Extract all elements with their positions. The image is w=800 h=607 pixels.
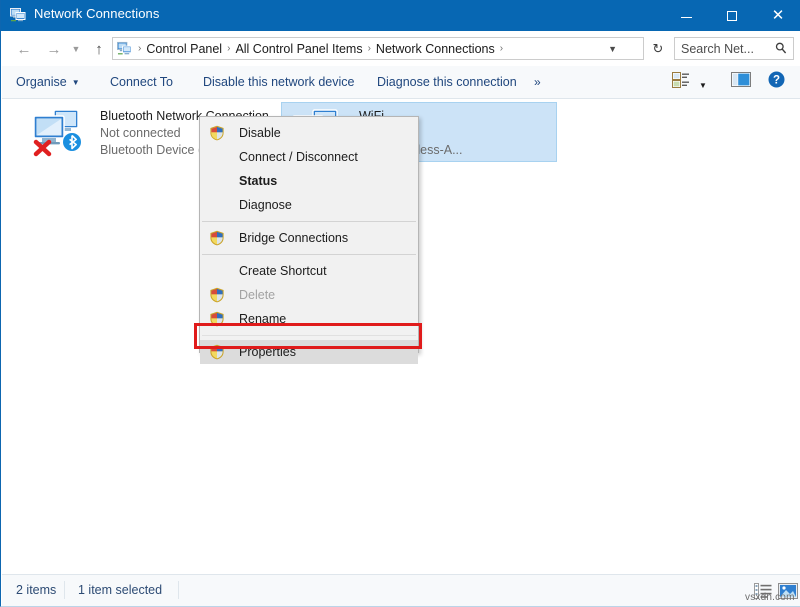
title-bar: Network Connections ✕ [1,0,800,31]
status-bar: 2 items 1 item selected [2,574,800,606]
window-title: Network Connections [34,6,159,21]
command-diagnose-label: Diagnose this connection [377,75,517,89]
menu-item-diagnose-label: Diagnose [239,198,292,212]
status-divider-1 [64,581,65,599]
menu-item-status[interactable]: Status [200,169,418,193]
chevron-down-icon: ▼ [72,44,81,54]
search-input[interactable]: Search Net... [674,37,794,60]
bluetooth-network-adapter-icon [28,106,92,158]
breadcrumb-separator-0[interactable]: › [138,43,141,54]
preview-pane-button[interactable] [730,72,752,92]
menu-item-diagnose[interactable]: Diagnose [200,193,418,217]
search-icon [775,42,787,57]
menu-item-status-label: Status [239,174,277,188]
recent-locations-button[interactable]: ▼ [68,37,84,61]
uac-shield-icon [209,230,225,246]
breadcrumb-separator-2[interactable]: › [368,43,371,54]
menu-item-bridge-connections[interactable]: Bridge Connections [200,226,418,250]
command-overflow-button[interactable]: » [534,66,541,98]
menu-item-disable-label: Disable [239,126,281,140]
uac-shield-icon [209,287,225,303]
menu-item-connect-disconnect-label: Connect / Disconnect [239,150,358,164]
command-organise-label: Organise [16,75,67,89]
up-arrow-icon: ↑ [95,41,103,58]
close-button[interactable]: ✕ [755,0,800,31]
command-connect-to-label: Connect To [110,75,173,89]
command-disable-this-network-device[interactable]: Disable this network device [203,66,354,98]
view-options-caret[interactable]: ▼ [696,75,710,95]
breadcrumb-item-control-panel[interactable]: Control Panel [146,42,222,56]
status-selection: 1 item selected [78,583,162,597]
menu-item-delete-label: Delete [239,288,275,302]
menu-separator-2 [202,254,416,255]
breadcrumb-item-all-control-panel-items[interactable]: All Control Panel Items [235,42,362,56]
refresh-button[interactable]: ↻ [646,37,670,60]
explorer-window: Network Connections ✕ ← → ▼ ↑ [0,0,800,607]
command-bar-edge [794,66,800,99]
maximize-icon [727,11,737,21]
menu-item-bridge-connections-label: Bridge Connections [239,231,348,245]
close-icon: ✕ [772,8,785,23]
back-arrow-icon: ← [17,41,32,58]
command-disable-label: Disable this network device [203,75,354,89]
menu-item-connect-disconnect[interactable]: Connect / Disconnect [200,145,418,169]
chevron-down-icon: ▼ [699,81,707,90]
annotation-highlight-properties [194,323,422,349]
view-options-button[interactable] [670,72,692,92]
network-connections-icon [10,7,27,23]
up-one-level-button[interactable]: ↑ [88,37,110,61]
menu-item-disable[interactable]: Disable [200,121,418,145]
forward-button[interactable]: → [42,37,66,61]
breadcrumb-network-connections-icon [117,41,133,56]
svg-text:?: ? [772,75,779,87]
status-item-count: 2 items [16,583,56,597]
breadcrumb[interactable]: › Control Panel › All Control Panel Item… [112,37,644,60]
context-menu[interactable]: Disable Connect / Disconnect Status Diag… [199,116,419,353]
menu-item-create-shortcut-label: Create Shortcut [239,264,327,278]
status-divider-2 [178,581,179,599]
maximize-button[interactable] [709,0,755,31]
chevron-down-icon: ▼ [72,78,80,87]
uac-shield-icon [209,125,225,141]
forward-arrow-icon: → [47,41,62,58]
double-chevron-icon: » [534,75,541,89]
menu-item-create-shortcut[interactable]: Create Shortcut [200,259,418,283]
watermark: vsxdn.com [745,592,795,603]
command-organise[interactable]: Organise ▼ [16,66,80,98]
help-button[interactable]: ? [766,72,786,92]
menu-item-delete: Delete [200,283,418,307]
minimize-button[interactable] [663,0,709,31]
address-bar-row: ← → ▼ ↑ › Control Pa [2,31,800,66]
menu-separator-1 [202,221,416,222]
back-button[interactable]: ← [12,37,36,61]
breadcrumb-separator-1[interactable]: › [227,43,230,54]
command-connect-to[interactable]: Connect To [110,66,173,98]
help-icon: ? [768,71,785,93]
preview-pane-icon [731,72,751,92]
search-placeholder: Search Net... [681,42,754,56]
command-diagnose-this-connection[interactable]: Diagnose this connection [377,66,517,98]
view-options-icon [672,72,690,93]
command-bar: Organise ▼ Connect To Disable this netwo… [2,66,800,99]
breadcrumb-item-network-connections[interactable]: Network Connections [376,42,495,56]
refresh-icon: ↻ [653,41,664,57]
breadcrumb-dropdown-icon[interactable]: ▼ [608,44,617,54]
minimize-icon [681,17,692,18]
breadcrumb-separator-3[interactable]: › [500,43,503,54]
